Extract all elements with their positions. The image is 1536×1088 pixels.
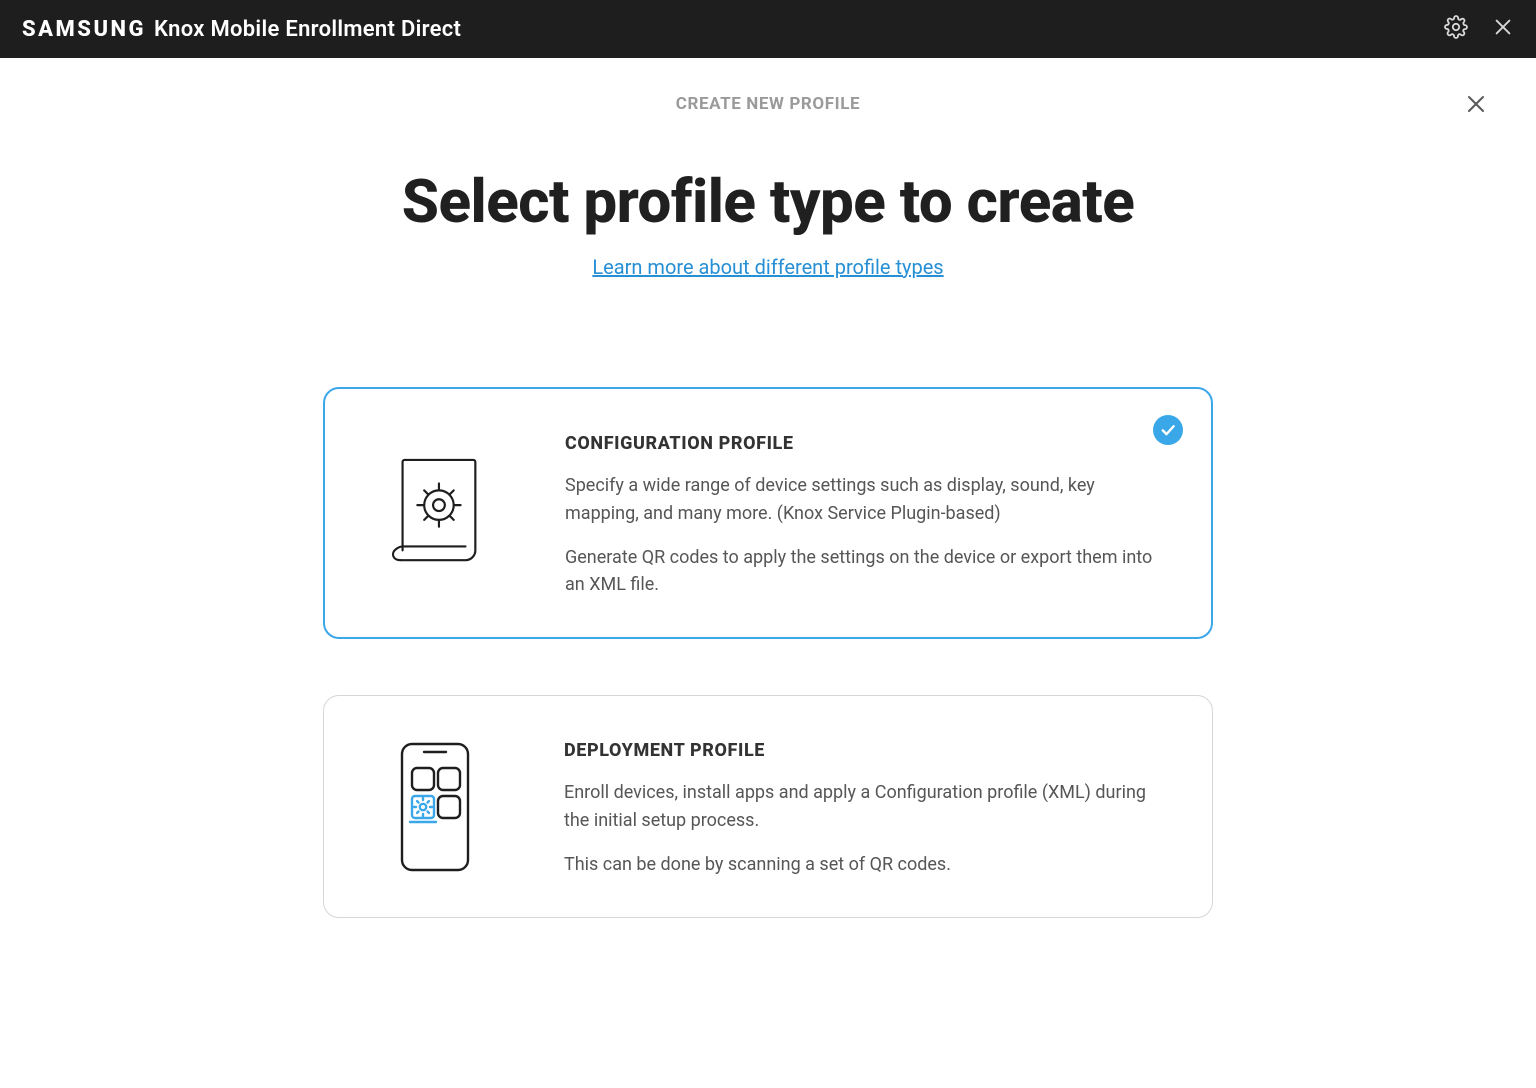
close-icon	[1464, 101, 1488, 120]
page-title: Select profile type to create	[40, 170, 1496, 235]
brand: SAMSUNG Knox Mobile Enrollment Direct	[22, 17, 461, 42]
card-title: DEPLOYMENT PROFILE	[564, 740, 1168, 761]
app-topbar: SAMSUNG Knox Mobile Enrollment Direct	[0, 0, 1536, 58]
close-icon	[1492, 16, 1514, 42]
page-overline: CREATE NEW PROFILE	[40, 94, 1496, 114]
profile-option-configuration[interactable]: CONFIGURATION PROFILE Specify a wide ran…	[323, 387, 1213, 640]
deployment-illustration-icon	[360, 734, 510, 879]
card-desc: Specify a wide range of device settings …	[565, 472, 1167, 528]
settings-button[interactable]	[1444, 15, 1468, 43]
brand-product: Knox Mobile Enrollment Direct	[154, 17, 461, 42]
card-title: CONFIGURATION PROFILE	[565, 433, 1167, 454]
selected-check-icon	[1153, 415, 1183, 445]
close-app-button[interactable]	[1492, 16, 1514, 42]
brand-samsung: SAMSUNG	[22, 17, 146, 42]
card-desc: Enroll devices, install apps and apply a…	[564, 779, 1168, 835]
card-desc: This can be done by scanning a set of QR…	[564, 851, 1168, 879]
gear-icon	[1444, 15, 1468, 43]
page-body: CREATE NEW PROFILE Select profile type t…	[0, 58, 1536, 958]
card-desc: Generate QR codes to apply the settings …	[565, 544, 1167, 600]
profile-option-deployment[interactable]: DEPLOYMENT PROFILE Enroll devices, insta…	[323, 695, 1213, 918]
close-page-button[interactable]	[1464, 92, 1488, 120]
learn-more-link[interactable]: Learn more about different profile types	[40, 255, 1496, 279]
configuration-illustration-icon	[361, 427, 511, 600]
